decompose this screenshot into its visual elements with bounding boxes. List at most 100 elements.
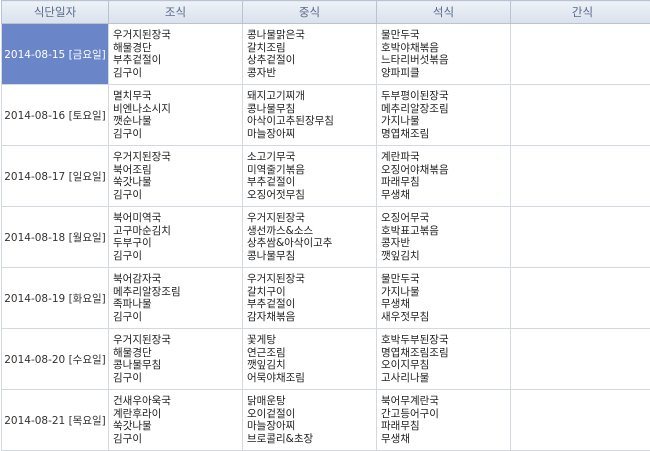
menu-item: 마늘장아찌 xyxy=(247,128,372,141)
breakfast-list: 멸치무국비엔나소시지깻순나물김구이 xyxy=(113,90,238,140)
dinner-list: 호박두부된장국명엽채조림조림오이지무침고사리나물 xyxy=(381,334,506,384)
menu-item: 명엽채조림조림 xyxy=(381,347,506,360)
snack-cell xyxy=(511,207,650,268)
dinner-cell: 두부평이된장국메추리알장조림가지나물명엽채조림 xyxy=(377,85,511,146)
table-row[interactable]: 2014-08-17 [일요일]우거지된장국북어조림쑥갓나물김구이소고기무국미역… xyxy=(2,146,650,207)
menu-item: 소고기무국 xyxy=(247,151,372,164)
menu-item: 북어감자국 xyxy=(113,273,238,286)
date-cell[interactable]: 2014-08-16 [토요일] xyxy=(2,85,109,146)
header-row: 식단일자 조식 중식 석식 간식 xyxy=(2,1,650,24)
lunch-list: 꽃게탕연근조림깻잎김치어묵야채조림 xyxy=(247,334,372,384)
table-row[interactable]: 2014-08-16 [토요일]멸치무국비엔나소시지깻순나물김구이돼지고기찌개콩… xyxy=(2,85,650,146)
snack-cell xyxy=(511,268,650,329)
menu-item: 메추리알장조림 xyxy=(381,103,506,116)
menu-item: 북어미역국 xyxy=(113,212,238,225)
menu-item: 계란후라이 xyxy=(113,408,238,421)
table-row[interactable]: 2014-08-15 [금요일]우거지된장국해물경단부추겉절이김구이콩나물맑은국… xyxy=(2,24,650,85)
lunch-cell: 우거지된장국생선까스&소스상추쌈&아삭이고추콩나물무침 xyxy=(243,207,377,268)
menu-item: 깻잎김치 xyxy=(381,250,506,263)
menu-item: 상추겉절이 xyxy=(247,54,372,67)
menu-item: 계란파국 xyxy=(381,151,506,164)
lunch-cell: 돼지고기찌개콩나물무침아삭이고추된장무침마늘장아찌 xyxy=(243,85,377,146)
menu-item: 김구이 xyxy=(113,67,238,80)
table-row[interactable]: 2014-08-18 [월요일]북어미역국고구마순김치두부구이김구이우거지된장국… xyxy=(2,207,650,268)
menu-item: 파래무침 xyxy=(381,176,506,189)
menu-item: 우거지된장국 xyxy=(247,212,372,225)
lunch-list: 콩나물맑은국갈치조림상추겉절이콩자반 xyxy=(247,29,372,79)
menu-item: 오이겉절이 xyxy=(247,408,372,421)
menu-item: 가지나물 xyxy=(381,286,506,299)
table-row[interactable]: 2014-08-20 [수요일]우거지된장국해물경단콩나물무침김구이꽃게탕연근조… xyxy=(2,329,650,390)
col-header-snack[interactable]: 간식 xyxy=(511,1,650,24)
menu-item: 감자채볶음 xyxy=(247,311,372,324)
snack-cell xyxy=(511,146,650,207)
col-header-date[interactable]: 식단일자 xyxy=(2,1,109,24)
menu-item: 어묵야채조림 xyxy=(247,372,372,385)
menu-item: 우거지된장국 xyxy=(247,273,372,286)
lunch-list: 닭매운탕오이겉절이마늘장아찌브로콜리&초장 xyxy=(247,395,372,445)
menu-item: 북어무계란국 xyxy=(381,395,506,408)
menu-item: 부추겉절이 xyxy=(247,176,372,189)
menu-item: 돼지고기찌개 xyxy=(247,90,372,103)
menu-item: 우거지된장국 xyxy=(113,29,238,42)
menu-item: 부추겉절이 xyxy=(113,54,238,67)
menu-item: 콩나물무침 xyxy=(247,103,372,116)
menu-item: 꽃게탕 xyxy=(247,334,372,347)
menu-item: 콩나물맑은국 xyxy=(247,29,372,42)
dinner-list: 두부평이된장국메추리알장조림가지나물명엽채조림 xyxy=(381,90,506,140)
lunch-cell: 꽃게탕연근조림깻잎김치어묵야채조림 xyxy=(243,329,377,390)
date-cell[interactable]: 2014-08-19 [화요일] xyxy=(2,268,109,329)
snack-cell xyxy=(511,390,650,451)
dinner-cell: 물만두국호박야채볶음느타리버섯볶음양파피클 xyxy=(377,24,511,85)
date-cell[interactable]: 2014-08-18 [월요일] xyxy=(2,207,109,268)
date-cell[interactable]: 2014-08-20 [수요일] xyxy=(2,329,109,390)
date-cell[interactable]: 2014-08-15 [금요일] xyxy=(2,24,109,85)
col-header-dinner[interactable]: 석식 xyxy=(377,1,511,24)
table-row[interactable]: 2014-08-21 [목요일]건새우아욱국계란후라이쑥갓나물김구이닭매운탕오이… xyxy=(2,390,650,451)
lunch-cell: 우거지된장국갈치구이부추겉절이감자채볶음 xyxy=(243,268,377,329)
menu-item: 오징어야채볶음 xyxy=(381,164,506,177)
lunch-list: 돼지고기찌개콩나물무침아삭이고추된장무침마늘장아찌 xyxy=(247,90,372,140)
menu-item: 상추쌈&아삭이고추 xyxy=(247,237,372,250)
menu-item: 김구이 xyxy=(113,128,238,141)
menu-item: 족파나물 xyxy=(113,298,238,311)
menu-item: 아삭이고추된장무침 xyxy=(247,115,372,128)
menu-item: 고사리나물 xyxy=(381,372,506,385)
menu-item: 갈치구이 xyxy=(247,286,372,299)
menu-item: 생선까스&소스 xyxy=(247,225,372,238)
menu-item: 두부구이 xyxy=(113,237,238,250)
lunch-list: 우거지된장국생선까스&소스상추쌈&아삭이고추콩나물무침 xyxy=(247,212,372,262)
menu-item: 우거지된장국 xyxy=(113,151,238,164)
breakfast-list: 우거지된장국해물경단콩나물무침김구이 xyxy=(113,334,238,384)
col-header-lunch[interactable]: 중식 xyxy=(243,1,377,24)
menu-item: 브로콜리&초장 xyxy=(247,433,372,446)
dinner-cell: 오징어무국호박표고볶음콩자반깻잎김치 xyxy=(377,207,511,268)
menu-item: 깻순나물 xyxy=(113,115,238,128)
dinner-list: 물만두국호박야채볶음느타리버섯볶음양파피클 xyxy=(381,29,506,79)
date-cell[interactable]: 2014-08-21 [목요일] xyxy=(2,390,109,451)
snack-cell xyxy=(511,85,650,146)
menu-item: 김구이 xyxy=(113,433,238,446)
menu-item: 콩나물무침 xyxy=(247,250,372,263)
breakfast-cell: 우거지된장국해물경단부추겉절이김구이 xyxy=(109,24,243,85)
menu-item: 두부평이된장국 xyxy=(381,90,506,103)
snack-cell xyxy=(511,24,650,85)
menu-item: 건새우아욱국 xyxy=(113,395,238,408)
menu-item: 물만두국 xyxy=(381,29,506,42)
date-cell[interactable]: 2014-08-17 [일요일] xyxy=(2,146,109,207)
dinner-list: 북어무계란국간고등어구이파래무침무생채 xyxy=(381,395,506,445)
menu-item: 오이지무침 xyxy=(381,359,506,372)
menu-item: 콩나물무침 xyxy=(113,359,238,372)
table-row[interactable]: 2014-08-19 [화요일]북어감자국메추리알장조림족파나물김구이우거지된장… xyxy=(2,268,650,329)
menu-item: 호박야채볶음 xyxy=(381,42,506,55)
menu-item: 해물경단 xyxy=(113,347,238,360)
breakfast-list: 북어미역국고구마순김치두부구이김구이 xyxy=(113,212,238,262)
breakfast-list: 우거지된장국북어조림쑥갓나물김구이 xyxy=(113,151,238,201)
menu-item: 가지나물 xyxy=(381,115,506,128)
col-header-breakfast[interactable]: 조식 xyxy=(109,1,243,24)
dinner-cell: 호박두부된장국명엽채조림조림오이지무침고사리나물 xyxy=(377,329,511,390)
lunch-cell: 소고기무국미역줄기볶음부추겉절이오징어젓무침 xyxy=(243,146,377,207)
menu-item: 북어조림 xyxy=(113,164,238,177)
menu-item: 김구이 xyxy=(113,311,238,324)
menu-item: 고구마순김치 xyxy=(113,225,238,238)
